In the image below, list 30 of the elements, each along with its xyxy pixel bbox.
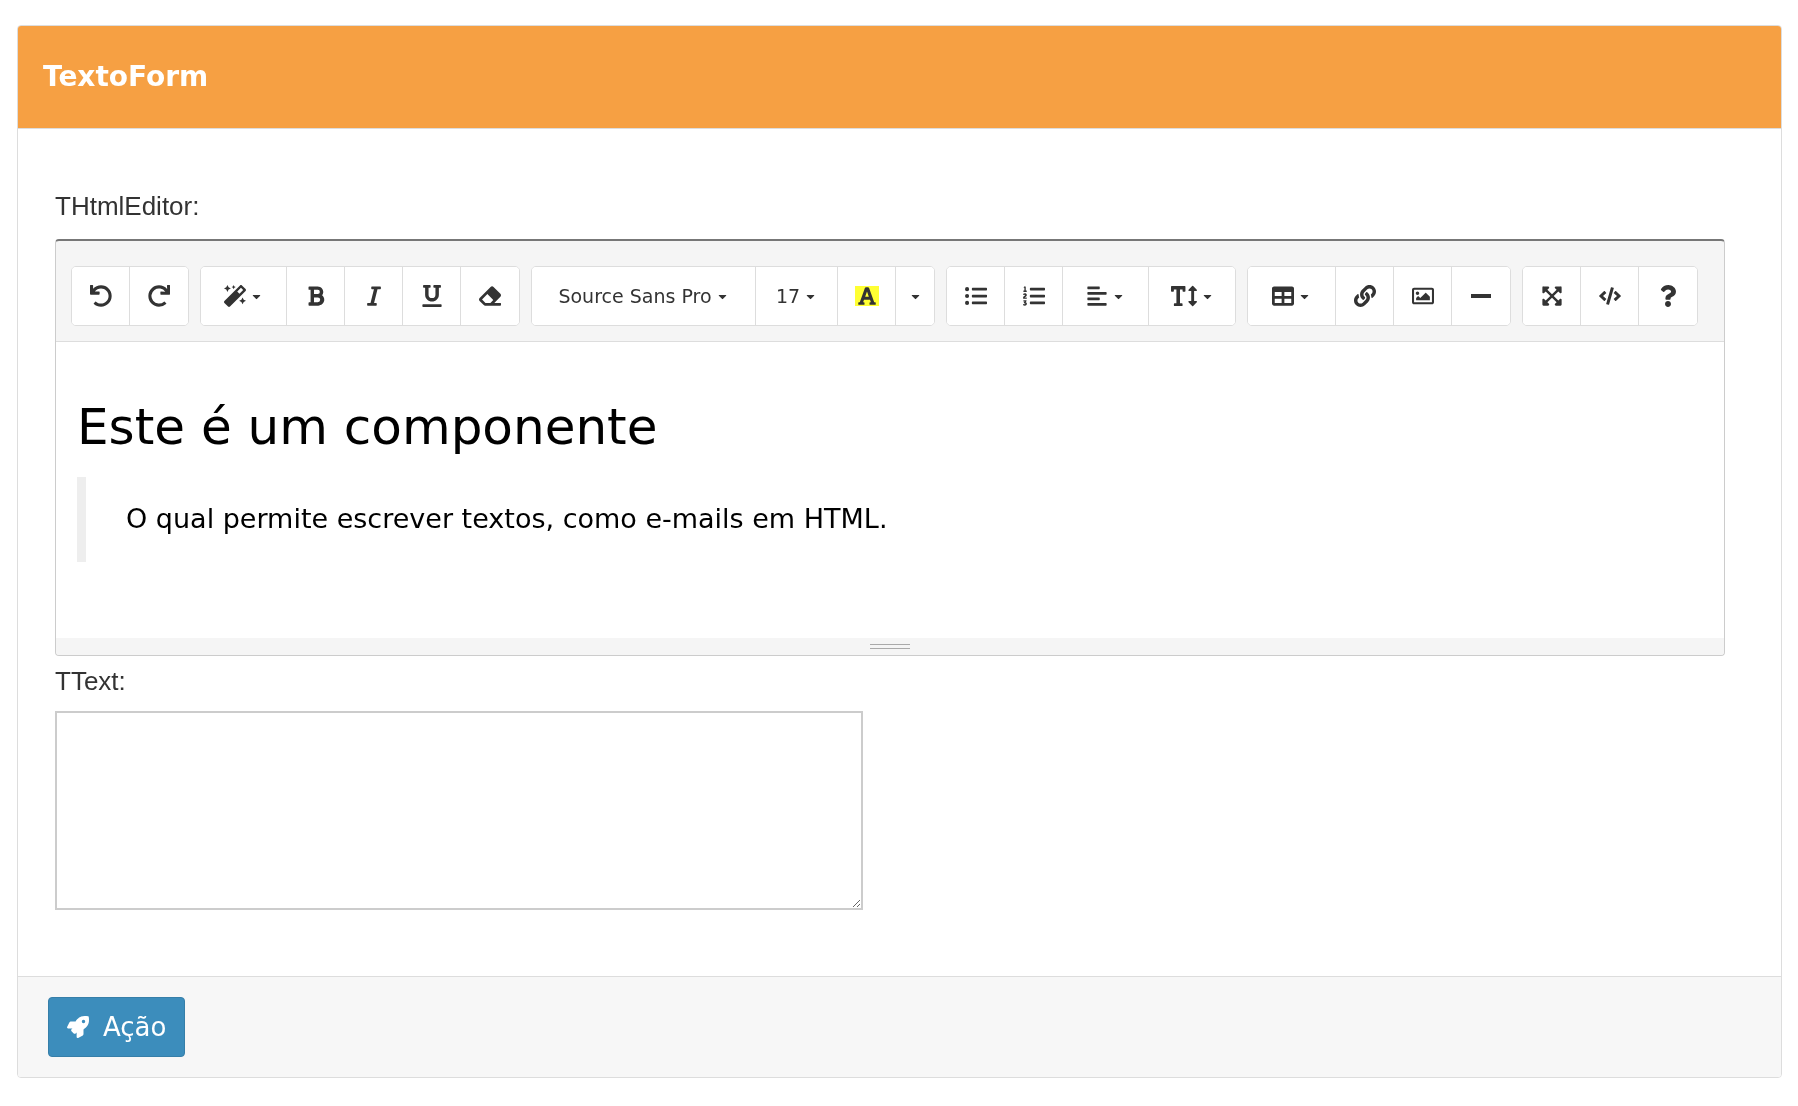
- image-icon: [1411, 285, 1434, 307]
- redo-icon: [148, 285, 170, 307]
- field-label: THtmlEditor:: [55, 190, 201, 223]
- editor-heading: Este é um componente: [77, 400, 658, 455]
- fullscreen-button[interactable]: [1523, 267, 1581, 325]
- font-family-dropdown[interactable]: Source Sans Pro: [532, 267, 756, 325]
- action-button[interactable]: Ação: [48, 997, 186, 1057]
- style-button[interactable]: [201, 267, 287, 325]
- panel-title: TextoForm: [43, 59, 209, 95]
- blockquote-text: O qual permite escrever textos, como e-mails em HTML.: [126, 503, 888, 534]
- bullet-list-icon: [964, 285, 987, 307]
- minus-icon: [1471, 294, 1491, 298]
- expand-icon: [1540, 285, 1563, 307]
- text-height-icon: [1170, 283, 1197, 309]
- link-icon: [1353, 285, 1376, 307]
- editor-content-area[interactable]: Este é um componente O qual permite escrever textos, como e-mails em HTML.: [56, 342, 1724, 638]
- numbered-list-icon: [1022, 285, 1045, 307]
- code-icon: [1598, 285, 1621, 307]
- eraser-icon: [479, 285, 501, 307]
- undo-button[interactable]: [72, 267, 130, 325]
- magic-wand-icon: [224, 285, 246, 307]
- underline-icon: [420, 285, 443, 307]
- font-color-icon: [856, 286, 877, 306]
- align-left-icon: [1086, 285, 1108, 307]
- undo-icon: [89, 285, 112, 307]
- table-dropdown[interactable]: [1248, 267, 1336, 325]
- field-label: TText:: [55, 665, 127, 698]
- table-icon: [1272, 285, 1294, 307]
- rocket-icon: [67, 1016, 89, 1038]
- bullet-list-button[interactable]: [947, 267, 1005, 325]
